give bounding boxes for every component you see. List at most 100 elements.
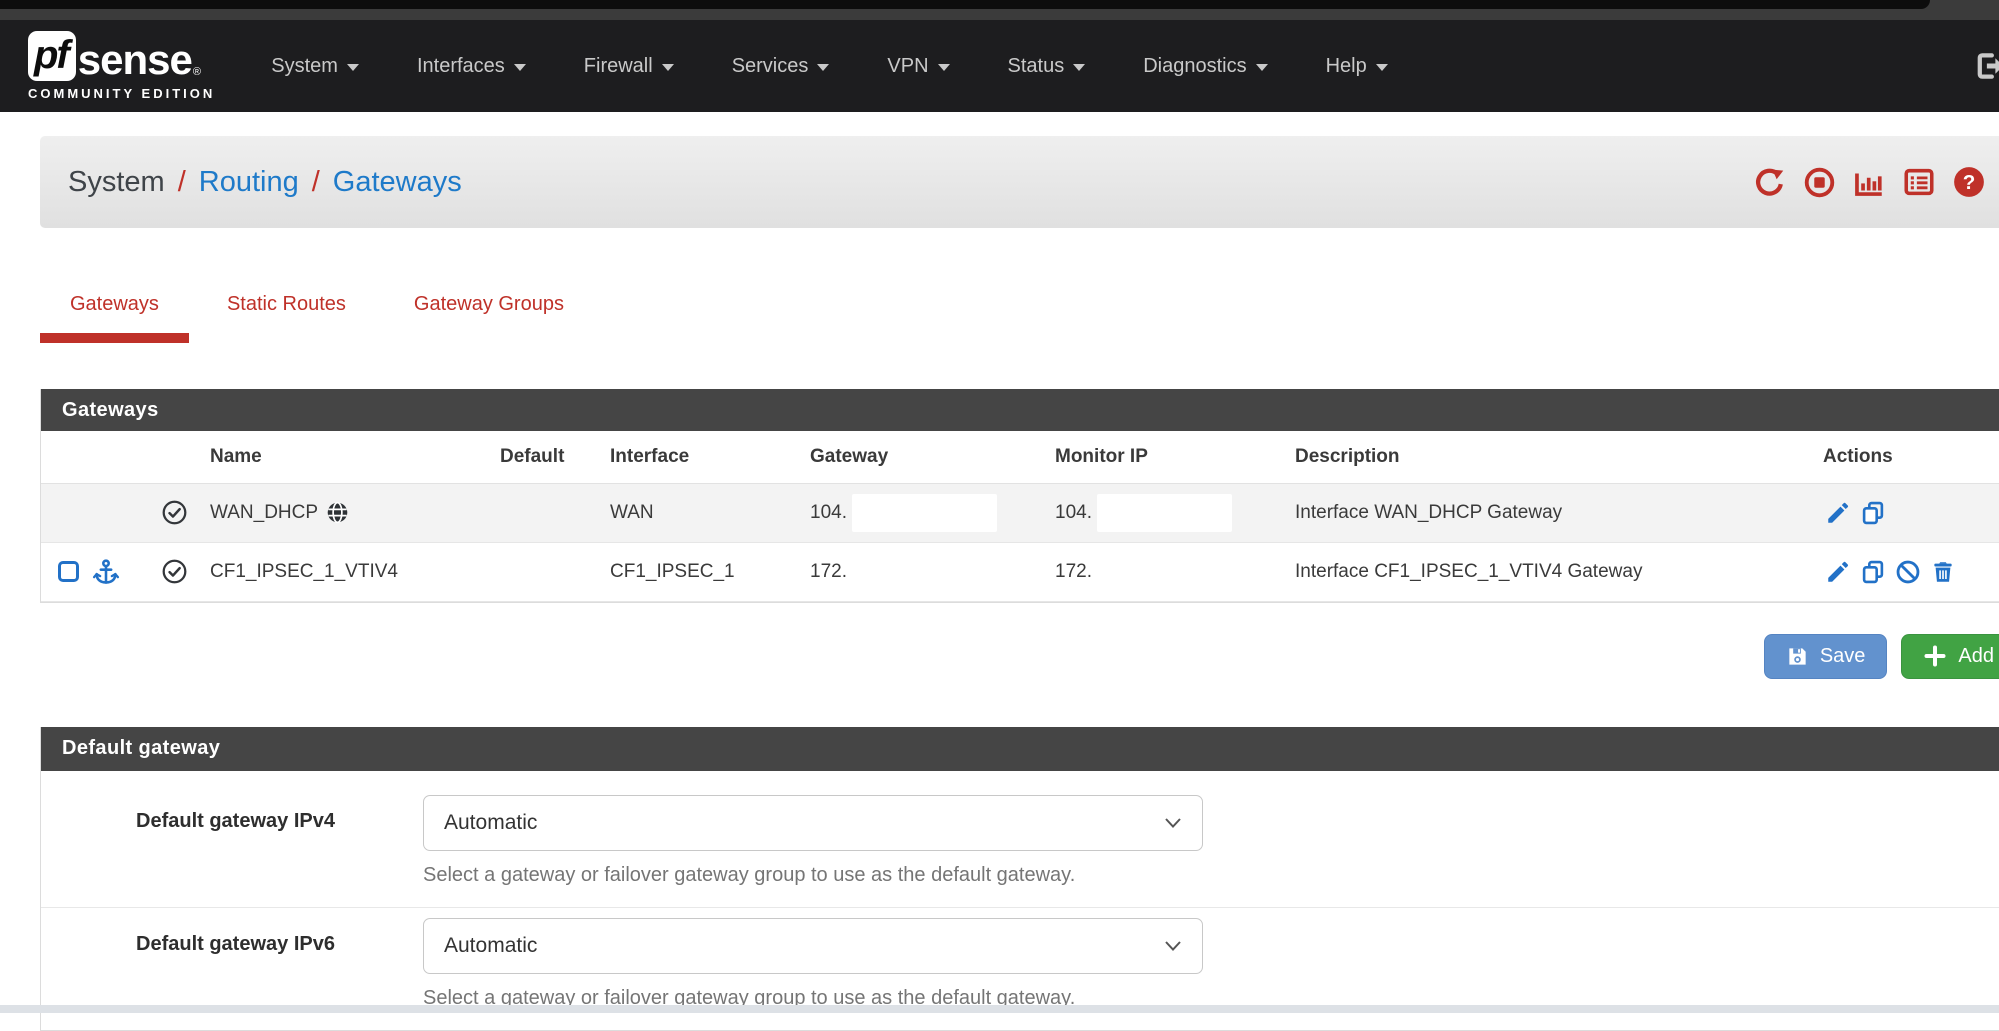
- interface-cell: WAN: [610, 483, 810, 542]
- col-status: [161, 431, 210, 483]
- monitor-ip-prefix: 172.: [1055, 561, 1092, 582]
- save-button-label: Save: [1820, 645, 1866, 668]
- caret-down-icon: [1376, 64, 1388, 71]
- col-monitor-ip: Monitor IP: [1055, 431, 1295, 483]
- breadcrumb-routing-link[interactable]: Routing: [199, 166, 299, 199]
- edit-gateway-button[interactable]: [1823, 557, 1853, 587]
- selected-value: Automatic: [444, 934, 537, 958]
- copy-icon: [1860, 559, 1886, 585]
- copy-gateway-button[interactable]: [1858, 557, 1888, 587]
- caret-down-icon: [1256, 64, 1268, 71]
- gateway-online-icon: [161, 499, 188, 526]
- nav-item-interfaces[interactable]: Interfaces: [417, 55, 526, 78]
- table-actions-row: Save Add: [40, 634, 1999, 679]
- breadcrumb-separator: /: [178, 166, 186, 199]
- ban-icon: [1895, 559, 1921, 585]
- breadcrumb-gateways-link[interactable]: Gateways: [333, 166, 462, 199]
- form-row-ipv4: Default gateway IPv4 Automatic Select a …: [41, 771, 1999, 908]
- edit-gateway-button[interactable]: [1823, 498, 1853, 528]
- default-cell: [500, 542, 610, 601]
- gateways-table: Name Default Interface Gateway Monitor I…: [41, 431, 1999, 602]
- interface-cell: CF1_IPSEC_1: [610, 542, 810, 601]
- logo-edition-text: COMMUNITY EDITION: [28, 86, 215, 101]
- caret-down-icon: [347, 64, 359, 71]
- copy-gateway-button[interactable]: [1858, 498, 1888, 528]
- monitor-ip-cell: 172.: [1055, 542, 1295, 601]
- col-name: Name: [210, 431, 500, 483]
- browser-chrome-strip: [0, 0, 1999, 20]
- chevron-down-icon: [1164, 817, 1182, 829]
- nav-item-label: System: [271, 55, 338, 78]
- default-gateway-globe-icon: [325, 500, 350, 525]
- gateway-online-icon: [161, 558, 188, 585]
- delete-gateway-button[interactable]: [1928, 557, 1958, 587]
- pfsense-logo[interactable]: pfsense® COMMUNITY EDITION: [28, 31, 215, 101]
- logo-pf-mark: pf: [28, 31, 76, 81]
- help-button[interactable]: ?: [1952, 165, 1986, 199]
- logout-button[interactable]: [1969, 46, 1999, 86]
- routing-tabs: Gateways Static Routes Gateway Groups: [40, 283, 1999, 343]
- status-monitoring-button[interactable]: [1852, 165, 1886, 199]
- gateway-cell: 172.: [810, 542, 1055, 601]
- select-cell: [41, 542, 161, 601]
- status-cell: [161, 483, 210, 542]
- anchor-icon: [92, 558, 120, 586]
- nav-item-status[interactable]: Status: [1008, 55, 1086, 78]
- page-bottom-strip: [0, 1005, 1999, 1013]
- field-help-text: Select a gateway or failover gateway gro…: [423, 864, 1203, 887]
- name-cell: WAN_DHCP: [210, 483, 500, 542]
- default-gateway-ipv4-select[interactable]: Automatic: [423, 795, 1203, 851]
- page-header-icons: ?: [1752, 165, 1986, 199]
- caret-down-icon: [1073, 64, 1085, 71]
- actions-cell: [1823, 542, 1999, 601]
- nav-item-label: Services: [732, 55, 809, 78]
- row-select-checkbox[interactable]: [58, 561, 79, 582]
- nav-item-label: Diagnostics: [1143, 55, 1246, 78]
- default-gateway-form: Default gateway IPv4 Automatic Select a …: [41, 771, 1999, 1030]
- redacted-ip: [1097, 553, 1232, 591]
- nav-item-vpn[interactable]: VPN: [887, 55, 949, 78]
- redacted-ip: [852, 553, 997, 591]
- pencil-icon: [1825, 500, 1851, 526]
- navbar-menu: System Interfaces Firewall Services VPN …: [271, 55, 1387, 78]
- stop-button[interactable]: [1802, 165, 1836, 199]
- name-cell: CF1_IPSEC_1_VTIV4: [210, 542, 500, 601]
- nav-item-diagnostics[interactable]: Diagnostics: [1143, 55, 1267, 78]
- nav-item-services[interactable]: Services: [732, 55, 830, 78]
- logo-sense-text: sense: [78, 39, 192, 81]
- description-cell: Interface CF1_IPSEC_1_VTIV4 Gateway: [1295, 542, 1823, 601]
- pencil-icon: [1825, 559, 1851, 585]
- stop-circle-icon: [1803, 166, 1836, 199]
- nav-item-system[interactable]: System: [271, 55, 359, 78]
- disable-gateway-button[interactable]: [1893, 557, 1923, 587]
- tab-gateway-groups[interactable]: Gateway Groups: [384, 283, 594, 343]
- plus-icon: [1923, 644, 1947, 668]
- nav-item-help[interactable]: Help: [1326, 55, 1388, 78]
- refresh-icon: [1753, 166, 1786, 199]
- log-list-icon: [1902, 165, 1936, 199]
- gateway-name: WAN_DHCP: [210, 502, 318, 524]
- col-interface: Interface: [610, 431, 810, 483]
- tab-static-routes[interactable]: Static Routes: [197, 283, 376, 343]
- svg-text:?: ?: [1963, 171, 1976, 194]
- nav-item-label: VPN: [887, 55, 928, 78]
- nav-item-firewall[interactable]: Firewall: [584, 55, 674, 78]
- tab-gateways[interactable]: Gateways: [40, 283, 189, 343]
- add-button-label: Add: [1958, 645, 1994, 668]
- add-gateway-button[interactable]: Add: [1901, 634, 1999, 679]
- save-button[interactable]: Save: [1764, 634, 1888, 679]
- monitor-ip-cell: 104.: [1055, 483, 1295, 542]
- default-gateway-ipv6-select[interactable]: Automatic: [423, 918, 1203, 974]
- breadcrumb: System / Routing / Gateways: [68, 166, 462, 199]
- caret-down-icon: [662, 64, 674, 71]
- table-row: CF1_IPSEC_1_VTIV4 CF1_IPSEC_1 172. 172. …: [41, 542, 1999, 601]
- col-actions: Actions: [1823, 431, 1999, 483]
- select-cell: [41, 483, 161, 542]
- redacted-ip: [1097, 494, 1232, 532]
- nav-item-label: Status: [1008, 55, 1065, 78]
- log-button[interactable]: [1902, 165, 1936, 199]
- col-gateway: Gateway: [810, 431, 1055, 483]
- refresh-button[interactable]: [1752, 165, 1786, 199]
- monitor-ip-prefix: 104.: [1055, 502, 1092, 523]
- copy-icon: [1860, 500, 1886, 526]
